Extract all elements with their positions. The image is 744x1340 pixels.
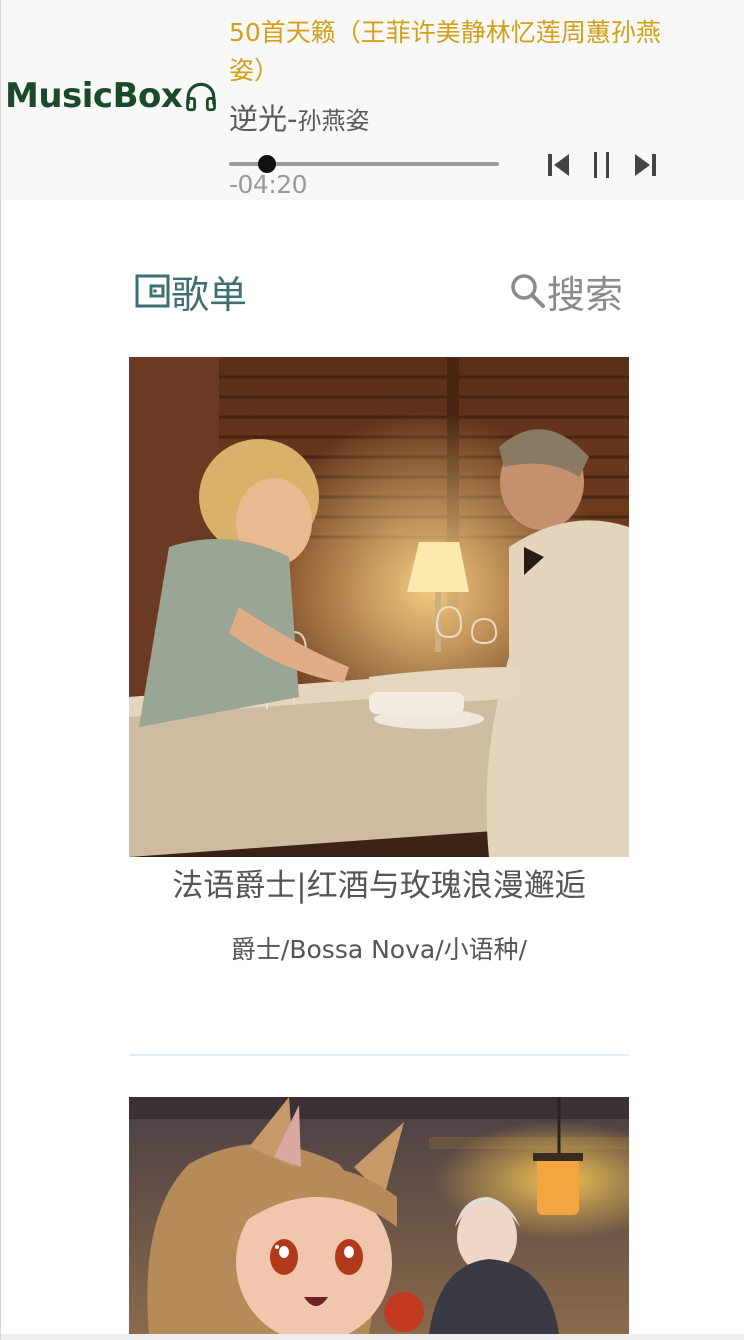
song-separator: -: [287, 102, 298, 136]
player-header: MusicBox 50首天籁（王菲许美静林忆莲周蕙孙燕姿） 逆光-孙燕姿 -04…: [1, 0, 744, 200]
song-artist: 孙燕姿: [297, 107, 370, 135]
app-logo[interactable]: MusicBox: [5, 76, 218, 116]
playlist-cover[interactable]: [129, 1097, 629, 1334]
tab-playlist[interactable]: 歌单: [135, 266, 248, 317]
tab-search[interactable]: 搜索: [509, 266, 624, 317]
card-divider: [129, 1054, 629, 1056]
previous-icon: [548, 154, 569, 176]
previous-button[interactable]: [545, 148, 573, 182]
app-name: MusicBox: [5, 76, 183, 116]
cover-photo-romantic-dinner: [129, 357, 629, 857]
next-icon: [635, 154, 656, 176]
playlist-tags: 爵士/Bossa Nova/小语种/: [230, 935, 528, 964]
song-title: 逆光: [229, 102, 288, 136]
tab-search-label: 搜索: [547, 272, 624, 317]
bottom-edge: [1, 1334, 744, 1340]
cover-illustration-anime: [129, 1097, 629, 1334]
playlist-cover[interactable]: [129, 357, 629, 857]
pause-icon: [594, 152, 609, 178]
next-button[interactable]: [631, 148, 659, 182]
search-icon: [511, 274, 545, 308]
tab-playlist-label: 歌单: [171, 272, 248, 317]
playlist-title[interactable]: 法语爵士|红酒与玫瑰浪漫邂逅: [129, 860, 629, 905]
headphones-icon: [186, 82, 217, 112]
pause-button[interactable]: [588, 148, 616, 182]
playlist-icon: [135, 274, 170, 308]
now-playing: 逆光-孙燕姿: [229, 96, 369, 136]
current-playlist-title[interactable]: 50首天籁（王菲许美静林忆莲周蕙孙燕姿）: [229, 14, 689, 90]
progress-bar[interactable]: [229, 155, 499, 173]
remaining-time: -04:20: [229, 170, 308, 199]
